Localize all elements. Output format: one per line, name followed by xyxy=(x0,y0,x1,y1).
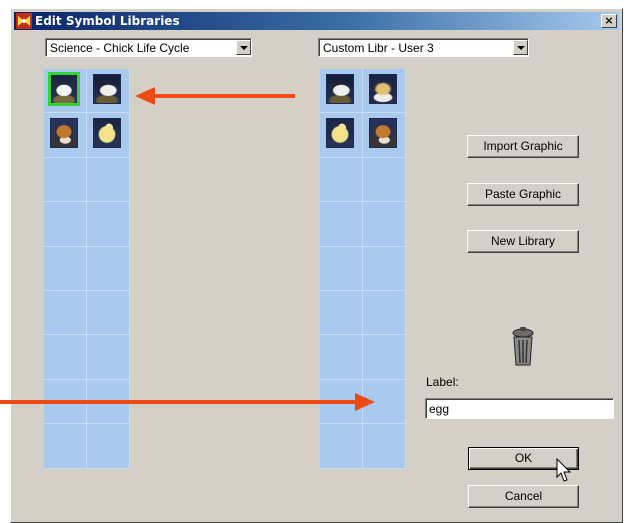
annotation-arrow-left-head xyxy=(135,87,155,105)
close-icon: × xyxy=(604,14,614,27)
dialog-title: Edit Symbol Libraries xyxy=(35,14,180,28)
symbol-cell[interactable] xyxy=(87,202,130,247)
symbol-cell[interactable] xyxy=(44,424,87,469)
symbol-cell[interactable] xyxy=(363,424,406,469)
symbol-cell[interactable] xyxy=(44,202,87,247)
label-input[interactable]: egg xyxy=(425,398,614,419)
symbol-cell[interactable] xyxy=(363,335,406,380)
left-library-selected: Science - Chick Life Cycle xyxy=(50,41,190,55)
symbol-cell[interactable] xyxy=(44,69,87,114)
symbol-cell[interactable] xyxy=(87,290,130,336)
paste-graphic-button[interactable]: Paste Graphic xyxy=(467,183,579,206)
chick-wet-icon[interactable] xyxy=(369,118,397,149)
left-library-select[interactable]: Science - Chick Life Cycle xyxy=(45,38,252,57)
symbol-cell[interactable] xyxy=(320,69,363,114)
symbol-cell[interactable] xyxy=(87,335,130,380)
egg-cracked-icon[interactable] xyxy=(93,74,121,104)
symbol-cell[interactable] xyxy=(44,113,87,158)
label-caption: Label: xyxy=(426,375,459,389)
symbol-cell[interactable] xyxy=(363,202,406,247)
symbol-cell[interactable] xyxy=(363,113,406,158)
egg-cracked-icon[interactable] xyxy=(326,74,354,104)
symbol-cell[interactable] xyxy=(320,424,363,469)
symbol-cell[interactable] xyxy=(44,290,87,336)
symbol-cell[interactable] xyxy=(320,246,363,291)
new-library-button[interactable]: New Library xyxy=(467,230,579,253)
symbol-cell[interactable] xyxy=(87,69,130,114)
symbol-cell[interactable] xyxy=(320,157,363,203)
edit-symbol-libraries-dialog: Edit Symbol Libraries × Science - Chick … xyxy=(10,8,623,523)
symbol-cell[interactable] xyxy=(363,290,406,336)
import-graphic-button[interactable]: Import Graphic xyxy=(467,135,579,158)
symbol-cell[interactable] xyxy=(363,69,406,114)
app-icon xyxy=(16,13,32,29)
trash-can-icon[interactable] xyxy=(510,327,536,367)
symbol-cell[interactable] xyxy=(87,157,130,203)
chevron-down-icon[interactable] xyxy=(236,40,251,55)
cancel-button[interactable]: Cancel xyxy=(468,485,579,508)
chick-icon[interactable] xyxy=(93,118,121,149)
symbol-cell[interactable] xyxy=(44,157,87,203)
annotation-arrow-bottom-line xyxy=(0,400,357,404)
symbol-cell[interactable] xyxy=(87,246,130,291)
right-library-selected: Custom Libr - User 3 xyxy=(323,41,434,55)
symbol-cell[interactable] xyxy=(87,113,130,158)
annotation-arrow-right-head xyxy=(355,393,375,411)
close-button[interactable]: × xyxy=(601,14,617,28)
symbol-cell[interactable] xyxy=(320,290,363,336)
hatching-chick-icon[interactable] xyxy=(369,74,397,104)
chick-icon[interactable] xyxy=(326,118,354,149)
annotation-arrow-top-line xyxy=(155,94,295,98)
symbol-cell[interactable] xyxy=(44,335,87,380)
symbol-cell[interactable] xyxy=(363,157,406,203)
symbol-cell[interactable] xyxy=(44,246,87,291)
symbol-cell[interactable] xyxy=(320,113,363,158)
symbol-cell[interactable] xyxy=(320,335,363,380)
right-library-select[interactable]: Custom Libr - User 3 xyxy=(318,38,529,57)
symbol-cell[interactable] xyxy=(320,202,363,247)
mouse-pointer-icon xyxy=(556,458,572,482)
chevron-down-icon[interactable] xyxy=(513,40,528,55)
left-symbol-grid xyxy=(44,69,130,469)
chick-wet-icon[interactable] xyxy=(50,118,78,149)
symbol-cell[interactable] xyxy=(87,424,130,469)
symbol-cell[interactable] xyxy=(363,246,406,291)
title-bar[interactable]: Edit Symbol Libraries × xyxy=(14,12,619,30)
egg-icon[interactable] xyxy=(48,72,80,106)
